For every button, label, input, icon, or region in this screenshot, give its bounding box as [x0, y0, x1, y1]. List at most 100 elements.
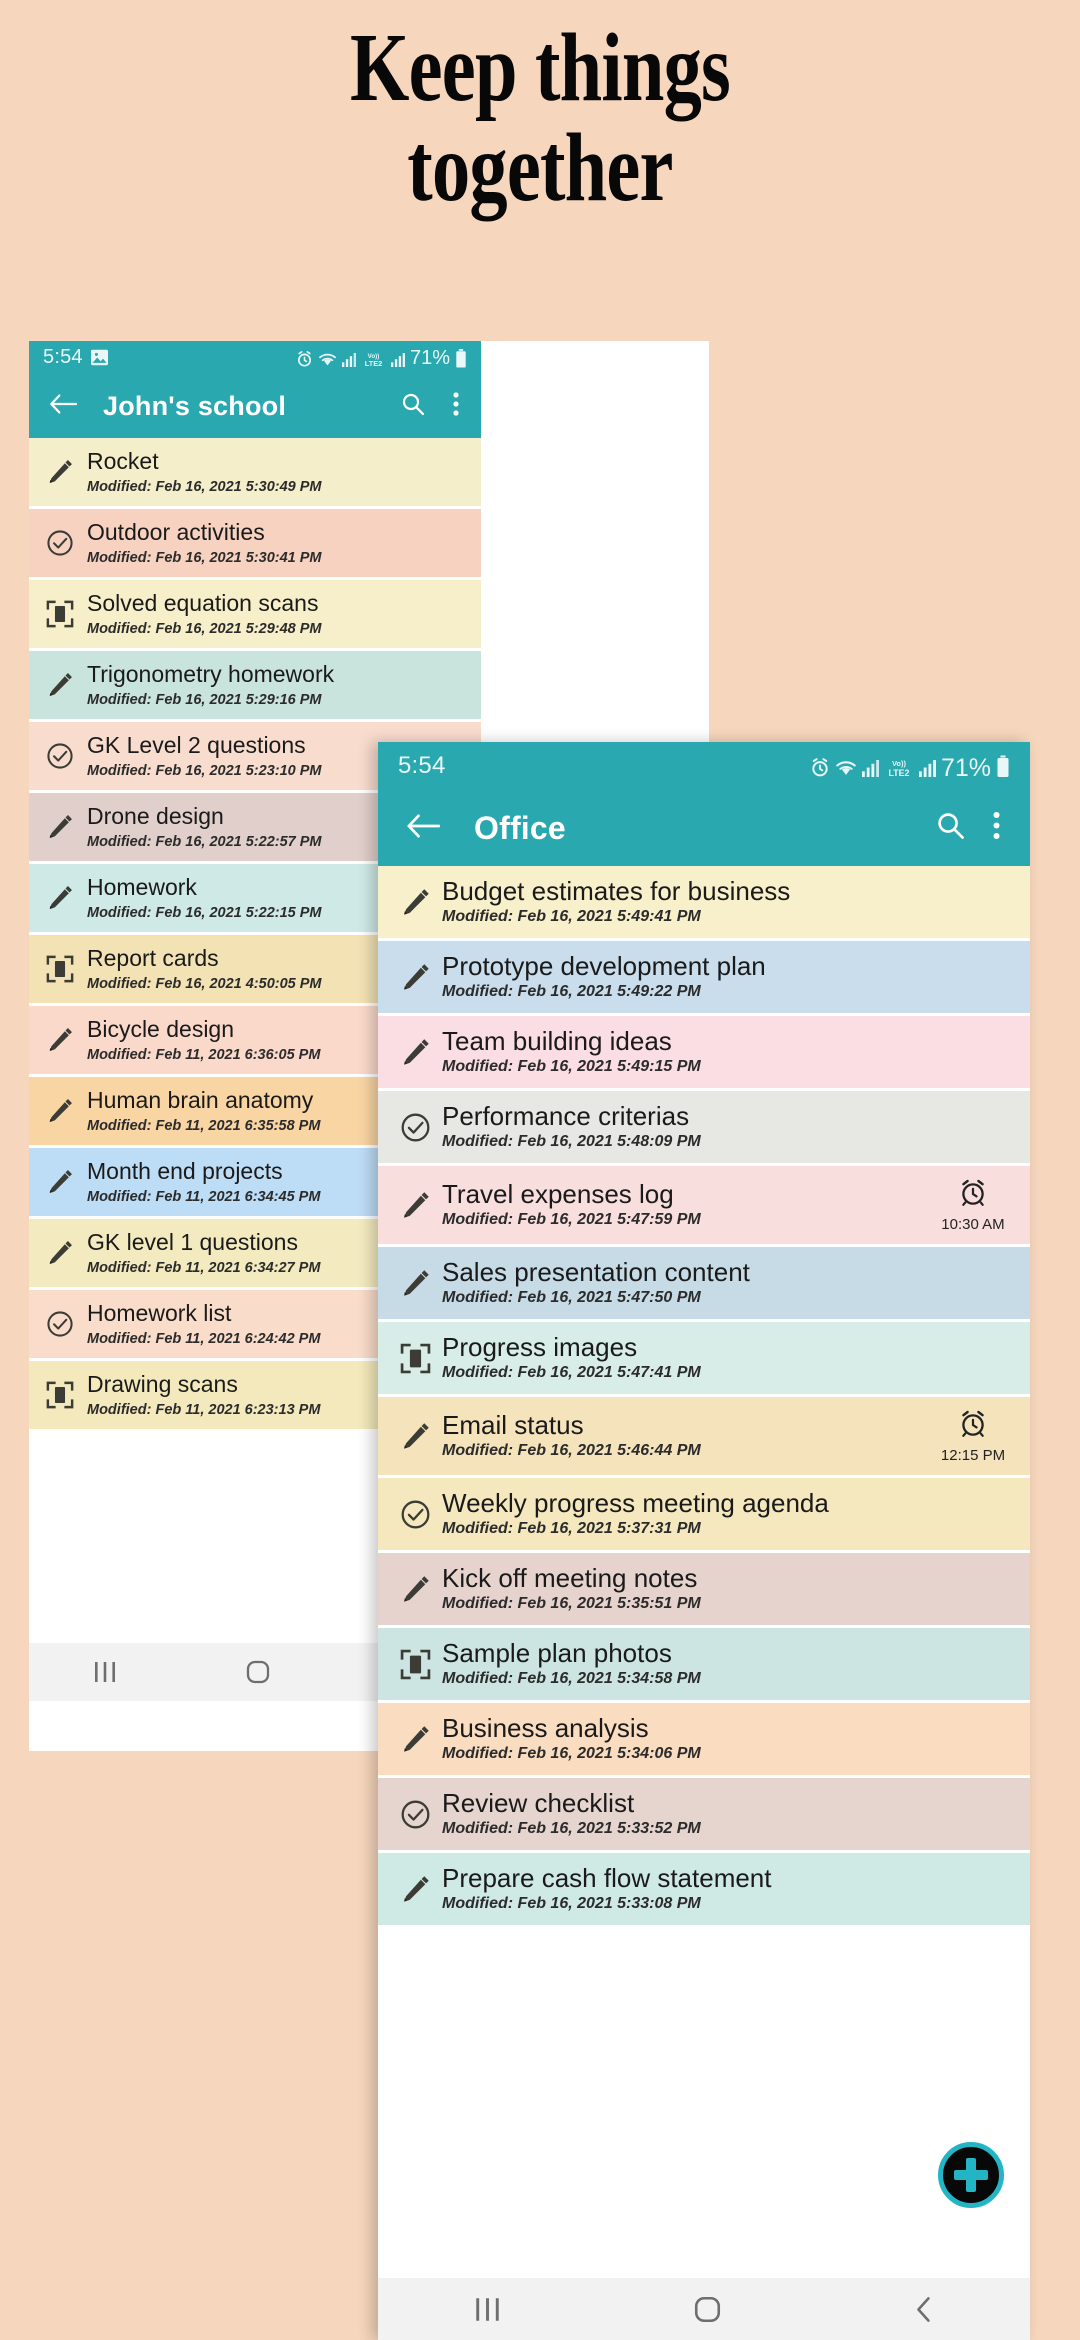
note-list-item[interactable]: Prepare cash flow statement Modified: Feb… — [378, 1853, 1030, 1925]
pencil-icon — [396, 1874, 434, 1905]
svg-text:LTE2: LTE2 — [365, 359, 382, 368]
pencil-icon — [396, 1574, 434, 1605]
note-text-block: Prototype development plan Modified: Feb … — [434, 952, 1016, 1002]
note-list-item[interactable]: Travel expenses log Modified: Feb 16, 202… — [378, 1166, 1030, 1244]
note-list-item[interactable]: Kick off meeting notes Modified: Feb 16, … — [378, 1553, 1030, 1625]
search-icon[interactable] — [387, 392, 439, 421]
alarm-icon — [296, 350, 313, 368]
note-list-item[interactable]: Trigonometry homework Modified: Feb 16, 2… — [29, 651, 481, 719]
pencil-icon — [41, 813, 79, 841]
signal-icon — [341, 352, 356, 368]
note-modified: Modified: Feb 16, 2021 5:46:44 PM — [442, 1442, 701, 1459]
note-list-item[interactable]: Business analysis Modified: Feb 16, 2021 … — [378, 1703, 1030, 1775]
note-title: Travel expenses log — [442, 1179, 674, 1209]
alarm-clock-icon — [958, 1408, 988, 1443]
system-nav-bar-2 — [378, 2278, 1030, 2340]
note-modified: Modified: Feb 16, 2021 5:47:59 PM — [442, 1211, 701, 1228]
note-text-block: Weekly progress meeting agenda Modified: … — [434, 1489, 1016, 1539]
note-title: Rocket — [87, 448, 159, 474]
check-circle-icon — [41, 742, 79, 770]
pencil-icon — [41, 884, 79, 912]
note-text-block: Sample plan photos Modified: Feb 16, 2021… — [434, 1639, 1016, 1689]
note-text-block: Solved equation scans Modified: Feb 16, 2… — [79, 589, 471, 639]
image-icon — [90, 349, 109, 366]
note-title: Sample plan photos — [442, 1638, 672, 1668]
note-list-2[interactable]: Budget estimates for business Modified: F… — [378, 866, 1030, 1925]
note-modified: Modified: Feb 16, 2021 5:29:48 PM — [87, 621, 322, 637]
wifi-icon — [318, 351, 337, 368]
note-list-item[interactable]: Solved equation scans Modified: Feb 16, 2… — [29, 580, 481, 648]
pencil-icon — [396, 1037, 434, 1068]
pencil-icon — [41, 1097, 79, 1125]
note-list-item[interactable]: Rocket Modified: Feb 16, 2021 5:30:49 PM — [29, 438, 481, 506]
app-bar: John's school — [29, 374, 481, 438]
home-icon[interactable] — [694, 2296, 721, 2323]
note-text-block: Budget estimates for business Modified: F… — [434, 877, 1016, 927]
status-time-2: 5:54 — [398, 752, 446, 779]
note-list-item[interactable]: Sample plan photos Modified: Feb 16, 2021… — [378, 1628, 1030, 1700]
arrow-back-icon[interactable] — [29, 393, 78, 420]
note-title: Solved equation scans — [87, 590, 319, 616]
pencil-icon — [396, 1724, 434, 1755]
note-list-item[interactable]: Budget estimates for business Modified: F… — [378, 866, 1030, 938]
search-icon[interactable] — [922, 811, 979, 845]
note-modified: Modified: Feb 16, 2021 5:35:51 PM — [442, 1595, 701, 1612]
scan-icon — [396, 1649, 434, 1680]
note-modified: Modified: Feb 16, 2021 5:34:58 PM — [442, 1670, 701, 1687]
note-list-item[interactable]: Team building ideas Modified: Feb 16, 202… — [378, 1016, 1030, 1088]
note-modified: Modified: Feb 16, 2021 5:33:52 PM — [442, 1820, 701, 1837]
add-note-fab[interactable] — [938, 2142, 1004, 2208]
status-bar: 5:54 Vo)) LTE2 71% — [29, 341, 481, 374]
note-title: Budget estimates for business — [442, 876, 791, 906]
note-title: Sales presentation content — [442, 1257, 750, 1287]
status-time: 5:54 — [43, 346, 83, 368]
note-text-block: Travel expenses log Modified: Feb 16, 202… — [434, 1180, 930, 1230]
pencil-icon — [396, 962, 434, 993]
note-list-item[interactable]: Sales presentation content Modified: Feb … — [378, 1247, 1030, 1319]
scan-icon — [41, 955, 79, 983]
recents-icon[interactable] — [474, 2297, 501, 2322]
check-circle-icon — [41, 529, 79, 557]
check-circle-icon — [41, 1310, 79, 1338]
note-modified: Modified: Feb 16, 2021 5:47:50 PM — [442, 1289, 701, 1306]
pencil-icon — [41, 458, 79, 486]
battery-percent-2: 71% — [940, 753, 991, 782]
check-circle-icon — [396, 1799, 434, 1830]
note-text-block: Trigonometry homework Modified: Feb 16, 2… — [79, 660, 471, 710]
recents-icon[interactable] — [93, 1661, 117, 1683]
note-list-item[interactable]: Performance criterias Modified: Feb 16, 2… — [378, 1091, 1030, 1163]
arrow-back-icon[interactable] — [378, 813, 441, 844]
more-vert-icon[interactable] — [979, 811, 1030, 845]
status-bar-2: 5:54 Vo)) LTE2 71% — [378, 742, 1030, 790]
note-text-block: Progress images Modified: Feb 16, 2021 5:… — [434, 1333, 1016, 1383]
note-modified: Modified: Feb 16, 2021 5:33:08 PM — [442, 1895, 701, 1912]
home-icon[interactable] — [246, 1660, 270, 1684]
note-list-item[interactable]: Outdoor activities Modified: Feb 16, 2021… — [29, 509, 481, 577]
note-modified: Modified: Feb 16, 2021 5:47:41 PM — [442, 1364, 701, 1381]
note-list-item[interactable]: Review checklist Modified: Feb 16, 2021 5… — [378, 1778, 1030, 1850]
note-title: Progress images — [442, 1332, 638, 1362]
pencil-icon — [41, 671, 79, 699]
note-title: Business analysis — [442, 1713, 649, 1743]
pencil-icon — [396, 1421, 434, 1452]
battery-icon — [996, 755, 1010, 778]
note-list-item[interactable]: Progress images Modified: Feb 16, 2021 5:… — [378, 1322, 1030, 1394]
signal-icon — [861, 759, 879, 778]
more-vert-icon[interactable] — [439, 391, 481, 421]
note-text-block: Prepare cash flow statement Modified: Feb… — [434, 1864, 1016, 1914]
headline-line-1: Keep things — [349, 14, 731, 122]
note-title: Performance criterias — [442, 1101, 690, 1131]
back-chevron-icon[interactable] — [914, 2296, 934, 2323]
note-list-item[interactable]: Weekly progress meeting agenda Modified: … — [378, 1478, 1030, 1550]
pencil-icon — [396, 1268, 434, 1299]
battery-percent: 71% — [409, 346, 450, 369]
svg-text:LTE2: LTE2 — [889, 767, 910, 777]
screenshot-root: Keep things together 5:54 Vo)) LTE2 71% … — [0, 0, 1080, 2340]
note-alarm: 10:30 AM — [930, 1177, 1016, 1233]
wifi-icon — [835, 758, 857, 778]
signal2-icon — [390, 352, 405, 368]
note-title: Weekly progress meeting agenda — [442, 1488, 829, 1518]
note-list-item[interactable]: Email status Modified: Feb 16, 2021 5:46:… — [378, 1397, 1030, 1475]
note-list-item[interactable]: Prototype development plan Modified: Feb … — [378, 941, 1030, 1013]
note-text-block: Review checklist Modified: Feb 16, 2021 5… — [434, 1789, 1016, 1839]
